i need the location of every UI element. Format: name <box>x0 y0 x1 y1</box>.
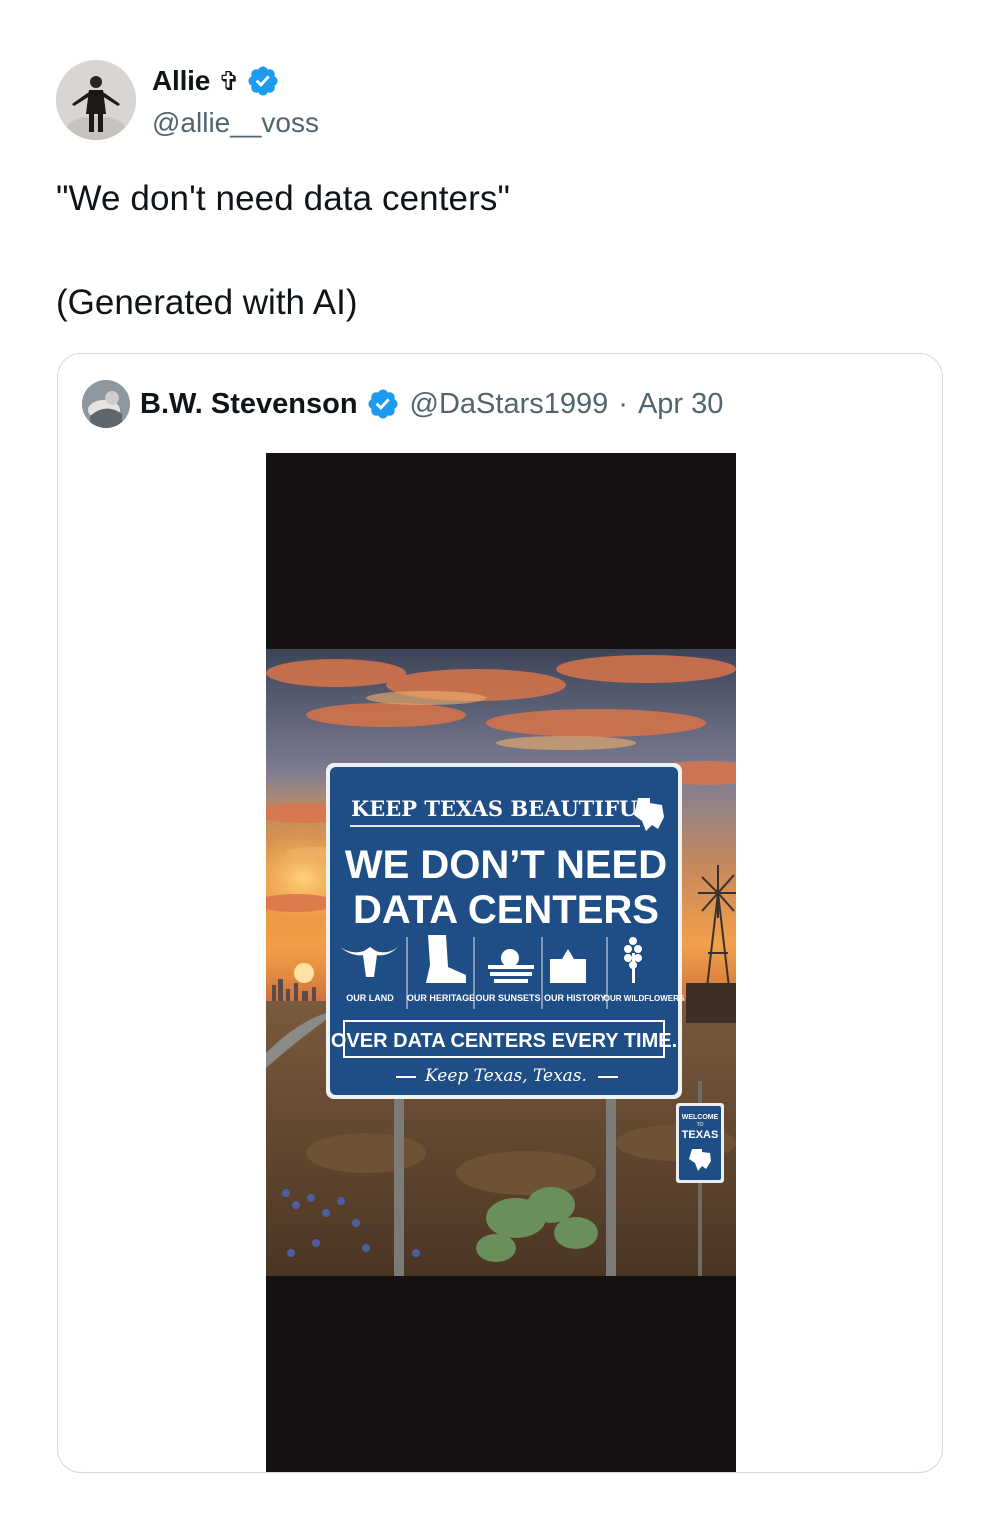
cross-emoji: ✞ <box>218 65 240 96</box>
author-display-name[interactable]: Allie <box>152 65 210 97</box>
sign-bottom-banner: OVER DATA CENTERS EVERY TIME. <box>331 1030 677 1052</box>
author-handle[interactable]: @allie__voss <box>152 107 319 139</box>
avatar-photo-icon[interactable] <box>56 60 136 140</box>
icon-label-wildflowers: OUR WILDFLOWERS <box>604 994 685 1003</box>
tweet-text-line-1: "We don't need data centers" <box>56 179 510 218</box>
sign-top-line: KEEP TEXAS BEAUTIFUL <box>351 796 652 821</box>
small-sign-line-3: TEXAS <box>682 1129 719 1141</box>
verified-badge-icon <box>368 389 398 419</box>
sign-headline-line-2: DATA CENTERS <box>353 888 659 932</box>
sign-headline-line-1: WE DON’T NEED <box>345 843 667 887</box>
icon-label-sunsets: OUR SUNSETS <box>475 993 540 1003</box>
small-sign-line-1: WELCOME <box>682 1114 719 1121</box>
small-sign-line-2: TO <box>697 1122 704 1128</box>
tweet-text-line-2: (Generated with AI) <box>56 283 358 322</box>
icon-label-history: OUR HISTORY <box>544 993 606 1003</box>
separator-dot: · <box>618 387 628 420</box>
quoted-tweet-card[interactable]: B.W. Stevenson @DaStars1999 · Apr 30 KEE… <box>57 353 943 1473</box>
sign-signature: Keep Texas, Texas. <box>424 1066 587 1086</box>
quoted-display-name[interactable]: B.W. Stevenson <box>140 388 358 421</box>
quoted-media-image[interactable]: KEEP TEXAS BEAUTIFUL WE DON’T NEED DATA … <box>266 453 736 1472</box>
verified-badge-icon <box>248 66 278 96</box>
quoted-tweet-header: B.W. Stevenson @DaStars1999 · Apr 30 <box>82 380 723 428</box>
quoted-handle[interactable]: @DaStars1999 <box>410 388 609 421</box>
quoted-date[interactable]: Apr 30 <box>638 388 723 421</box>
icon-label-heritage: OUR HERITAGE <box>407 993 475 1003</box>
quoted-avatar-icon[interactable] <box>82 380 130 428</box>
icon-label-land: OUR LAND <box>346 993 394 1003</box>
tweet-author: Allie ✞ @allie__voss <box>56 60 319 140</box>
